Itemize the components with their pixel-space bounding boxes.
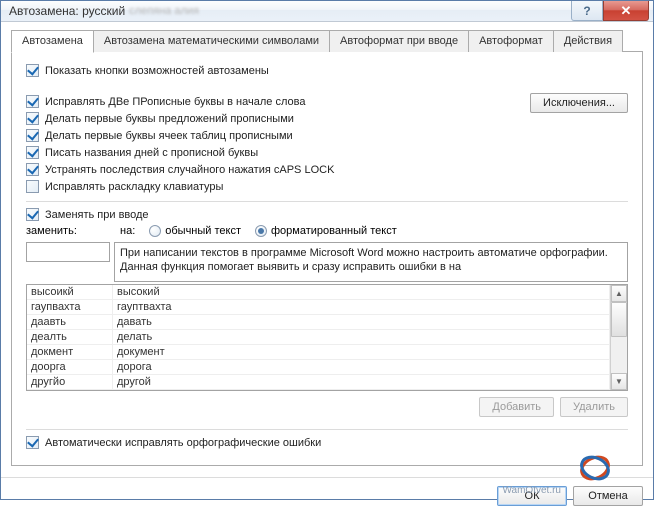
separator [26, 429, 628, 430]
auto-spellfix-checkbox[interactable]: Автоматически исправлять орфографические… [26, 436, 628, 449]
radio-icon [255, 225, 267, 237]
vertical-scrollbar[interactable]: ▲ ▼ [610, 285, 627, 390]
tab-strip: Автозамена Автозамена математическими си… [11, 30, 643, 52]
show-autocorrect-buttons-checkbox[interactable]: Показать кнопки возможностей автозамены [26, 64, 628, 77]
tab-math-autocorrect[interactable]: Автозамена математическими символами [93, 30, 330, 52]
separator [26, 201, 628, 202]
scroll-thumb[interactable] [611, 302, 627, 337]
tab-panel: Автозамена Автозамена математическими си… [1, 22, 653, 477]
table-row[interactable]: докментдокумент [27, 345, 610, 360]
table-row[interactable]: даавтьдавать [27, 315, 610, 330]
capitalize-table-cells-checkbox[interactable]: Делать первые буквы ячеек таблиц прописн… [26, 129, 628, 142]
with-label: на: [120, 225, 135, 237]
table-row[interactable]: деалтьделать [27, 330, 610, 345]
cancel-button[interactable]: Отмена [573, 486, 643, 506]
checkbox-icon [26, 64, 39, 77]
checkbox-icon [26, 180, 39, 193]
checkbox-icon [26, 436, 39, 449]
fix-caps-lock-checkbox[interactable]: Устранять последствия случайного нажатия… [26, 163, 628, 176]
fix-keyboard-layout-checkbox[interactable]: Исправлять раскладку клавиатуры [26, 180, 628, 193]
checkbox-icon [26, 95, 39, 108]
table-row[interactable]: другйодругой [27, 375, 610, 390]
table-row[interactable]: высоикйвысокий [27, 285, 610, 300]
tab-actions[interactable]: Действия [553, 30, 623, 52]
replace-on-input-checkbox[interactable]: Заменять при вводе [26, 208, 628, 221]
checkbox-icon [26, 208, 39, 221]
ok-button[interactable]: ОК [497, 486, 567, 506]
add-button[interactable]: Добавить [479, 397, 554, 417]
help-button[interactable]: ? [571, 1, 603, 21]
tab-autoformat-typing[interactable]: Автоформат при вводе [329, 30, 469, 52]
scroll-track[interactable] [611, 302, 627, 373]
checkbox-icon [26, 146, 39, 159]
titlebar[interactable]: Автозамена: русский слепяна алия ? ✕ [1, 1, 653, 22]
replacement-table: высоикйвысокий гаупвахтагауптвахта даавт… [26, 284, 628, 391]
dialog-window: Автозамена: русский слепяна алия ? ✕ Авт… [0, 0, 654, 500]
radio-plain-text[interactable]: обычный текст [149, 225, 241, 237]
table-body[interactable]: высоикйвысокий гаупвахтагауптвахта даавт… [27, 285, 610, 390]
table-row[interactable]: дооргадорога [27, 360, 610, 375]
checkbox-icon [26, 129, 39, 142]
table-row[interactable]: гаупвахтагауптвахта [27, 300, 610, 315]
with-preview[interactable]: При написании текстов в программе Micros… [114, 242, 628, 282]
close-button[interactable]: ✕ [603, 1, 649, 21]
delete-button[interactable]: Удалить [560, 397, 628, 417]
tab-content: Показать кнопки возможностей автозамены … [11, 51, 643, 466]
scroll-up-icon[interactable]: ▲ [611, 285, 627, 302]
fix-two-caps-checkbox[interactable]: Исправлять ДВе ПРописные буквы в начале … [26, 95, 628, 108]
capitalize-day-names-checkbox[interactable]: Писать названия дней с прописной буквы [26, 146, 628, 159]
checkbox-icon [26, 112, 39, 125]
replace-label: заменить: [26, 225, 106, 237]
radio-icon [149, 225, 161, 237]
tab-autocorrect[interactable]: Автозамена [11, 30, 94, 53]
replace-input[interactable] [26, 242, 110, 262]
tab-autoformat[interactable]: Автоформат [468, 30, 554, 52]
dialog-footer: WamOtvet.ru ОК Отмена [1, 477, 653, 516]
checkbox-icon [26, 163, 39, 176]
radio-formatted-text[interactable]: форматированный текст [255, 225, 397, 237]
capitalize-sentence-checkbox[interactable]: Делать первые буквы предложений прописны… [26, 112, 628, 125]
window-title: Автозамена: русский [9, 4, 125, 18]
scroll-down-icon[interactable]: ▼ [611, 373, 627, 390]
title-blurred-extra: слепяна алия [129, 5, 199, 17]
